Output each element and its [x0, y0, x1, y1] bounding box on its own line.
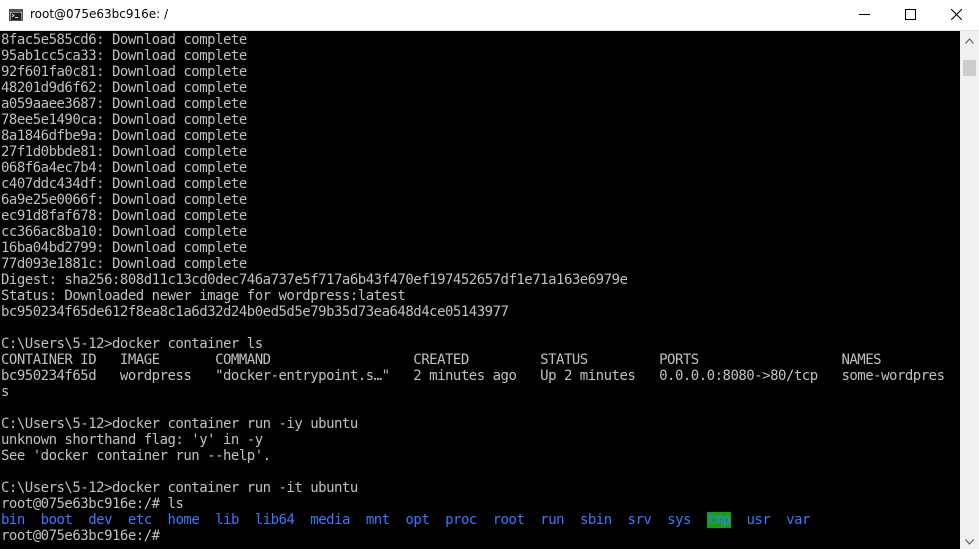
download-line: a059aaee3687: Download complete [1, 96, 247, 112]
table-header: CONTAINER ID IMAGE COMMAND CREATED STATU… [1, 352, 882, 368]
ls-entry-mnt: mnt [365, 512, 390, 528]
ls-entry-boot: boot [40, 512, 73, 528]
scroll-down-button[interactable] [960, 532, 979, 549]
help-hint-line: See 'docker container run --help'. [1, 448, 271, 464]
vertical-scrollbar[interactable] [960, 31, 979, 549]
arrow-up-icon [965, 31, 974, 49]
ls-entry-srv: srv [627, 512, 652, 528]
maximize-button[interactable] [887, 0, 933, 31]
console-icon [9, 8, 23, 22]
terminal-window: root@075e63bc916e: / 8fac5e585cd6: Downl… [0, 0, 979, 549]
close-icon [950, 7, 962, 25]
close-button[interactable] [933, 0, 979, 31]
ls-output-line: bin boot dev etc home lib lib64 media mn… [1, 512, 945, 528]
status-line: Status: Downloaded newer image for wordp… [1, 288, 406, 304]
download-line: 8a1846dfbe9a: Download complete [1, 128, 247, 144]
ls-entry-dev: dev [88, 512, 113, 528]
ls-entry-sys: sys [667, 512, 691, 528]
download-line: 16ba04bd2799: Download complete [1, 240, 247, 256]
download-line: 8fac5e585cd6: Download complete [1, 32, 247, 48]
scroll-up-button[interactable] [960, 31, 979, 48]
error-line: unknown shorthand flag: 'y' in -y [1, 432, 263, 448]
ls-entry-opt: opt [405, 512, 430, 528]
window-title: root@075e63bc916e: / [30, 7, 169, 21]
maximize-icon [904, 7, 916, 25]
ls-entry-run: run [540, 512, 565, 528]
download-line: 6a9e25e0066f: Download complete [1, 192, 247, 208]
table-row: bc950234f65d wordpress "docker-entrypoin… [1, 368, 945, 384]
ls-entry-usr: usr [746, 512, 771, 528]
ls-entry-home: home [167, 512, 200, 528]
arrow-down-icon [965, 532, 974, 549]
ls-entry-bin: bin [1, 512, 25, 528]
minimize-icon [858, 7, 870, 25]
ls-entry-proc: proc [445, 512, 477, 528]
download-line: c407ddc434df: Download complete [1, 176, 247, 192]
ls-entry-var: var [786, 512, 810, 528]
command-line-run-it: C:\Users\5-12>docker container run -it u… [1, 480, 358, 496]
ls-entry-etc: etc [127, 512, 152, 528]
digest-line: Digest: sha256:808d11c13cd0dec746a737e5f… [1, 272, 628, 288]
console-output[interactable]: 8fac5e585cd6: Download complete 95ab1cc5… [0, 31, 960, 549]
shell-prompt[interactable]: root@075e63bc916e:/# [1, 528, 945, 544]
ls-entry-lib64: lib64 [254, 512, 295, 528]
minimize-button[interactable] [841, 0, 887, 31]
download-line: 78ee5e1490ca: Download complete [1, 112, 247, 128]
download-line: cc366ac8ba10: Download complete [1, 224, 247, 240]
command-line-ls: C:\Users\5-12>docker container ls [1, 336, 263, 352]
prompt-ls-line: root@075e63bc916e:/# ls [1, 496, 184, 512]
ls-entry-root: root [492, 512, 525, 528]
scrollbar-thumb[interactable] [963, 60, 976, 76]
command-line-run-iy: C:\Users\5-12>docker container run -iy u… [1, 416, 358, 432]
title-bar[interactable]: root@075e63bc916e: / [0, 0, 979, 31]
ls-entry-media: media [310, 512, 350, 528]
container-hash-line: bc950234f65de612f8ea8c1a6d32d24b0ed5d5e7… [1, 304, 509, 320]
ls-entry-tmp: tmp [706, 512, 731, 528]
download-line: 77d093e1881c: Download complete [1, 256, 247, 272]
console-lines: 8fac5e585cd6: Download complete 95ab1cc5… [1, 32, 945, 544]
download-line: 95ab1cc5ca33: Download complete [1, 48, 247, 64]
download-line: 92f601fa0c81: Download complete [1, 64, 247, 80]
download-line: 27f1d0bbde81: Download complete [1, 144, 247, 160]
ls-entry-lib: lib [215, 512, 239, 528]
download-line: 068f6a4ec7b4: Download complete [1, 160, 247, 176]
download-line: 48201d9d6f62: Download complete [1, 80, 247, 96]
download-line: ec91d8faf678: Download complete [1, 208, 247, 224]
ls-entry-sbin: sbin [579, 512, 612, 528]
table-row-wrap: s [1, 384, 9, 400]
